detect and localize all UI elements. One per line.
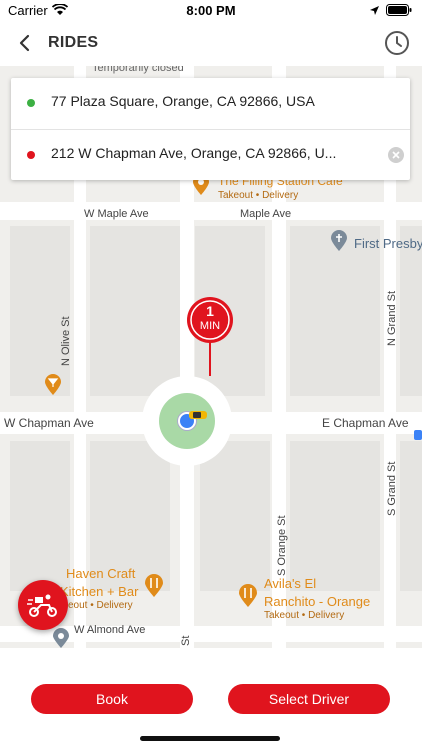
bottom-action-bar: Book Select Driver [0,648,422,750]
map-pin-icon[interactable] [52,628,70,648]
eta-marker[interactable]: 1 MIN [185,296,235,376]
status-bar: Carrier 8:00 PM [0,0,422,22]
poi-haven-sub: eout • Delivery [68,600,133,611]
pickup-dot [27,99,35,107]
map-label-s-orange-st: S Orange St [276,515,288,576]
dropoff-row[interactable]: 212 W Chapman Ave, Orange, CA 92866, U..… [11,129,410,180]
select-driver-button[interactable]: Select Driver [228,684,390,714]
book-button[interactable]: Book [31,684,193,714]
map-label-n-grand-st: N Grand St [386,290,398,346]
eta-unit: MIN [199,320,221,332]
location-arrow-icon [370,5,379,15]
home-indicator [140,736,280,741]
eta-value: 1 [206,303,214,319]
battery-icon [386,4,412,16]
poi-first-presby[interactable]: First Presby [354,236,422,251]
map-label-st: St [180,635,192,646]
map-label-e-chapman-ave: E Chapman Ave [322,416,409,430]
poi-avilas-name-line1[interactable]: Avila's El [264,576,316,591]
status-indicators [369,4,412,16]
poi-filling-station-sub: Takeout • Delivery [218,190,299,201]
poi-haven-name-line1[interactable]: Haven Craft [66,566,135,581]
poi-avilas-name-line2[interactable]: Ranchito - Orange [264,594,370,609]
address-card: 77 Plaza Square, Orange, CA 92866, USA 2… [11,78,410,180]
history-clock-icon[interactable] [384,30,410,56]
clear-dropoff-button[interactable] [388,147,404,163]
church-pin-icon[interactable] [330,230,348,252]
map-label-temporarily-closed: Temporarily closed [92,66,184,74]
dropoff-dot [27,151,35,159]
pickup-address[interactable]: 77 Plaza Square, Orange, CA 92866, USA [51,93,315,109]
wifi-icon [52,4,68,15]
map-label-n-olive-st: N Olive St [60,316,72,366]
transit-icon [414,430,422,440]
dropoff-address[interactable]: 212 W Chapman Ave, Orange, CA 92866, U..… [51,145,336,161]
scooter-icon [27,594,57,617]
restaurant-pin-icon[interactable] [238,584,258,608]
map-label-maple-ave: Maple Ave [240,208,292,220]
bar-pin-icon[interactable] [44,374,62,396]
restaurant-pin-icon[interactable] [144,574,164,598]
map-label-w-almond-ave: W Almond Ave [74,624,146,636]
map-label-w-maple-ave: W Maple Ave [84,208,149,220]
delivery-fab-button[interactable] [18,580,68,630]
page-title: RIDES [48,34,99,51]
car-icon [189,411,207,419]
poi-haven-name-line2[interactable]: Kitchen + Bar [60,584,138,599]
back-chevron-icon[interactable] [14,32,36,54]
nav-bar: RIDES [0,22,422,67]
pickup-row[interactable]: 77 Plaza Square, Orange, CA 92866, USA [11,78,410,128]
map-label-s-grand-st: S Grand St [386,461,398,516]
poi-avilas-sub: Takeout • Delivery [264,610,345,621]
map-label-w-chapman-ave: W Chapman Ave [4,416,94,430]
close-icon [392,151,400,159]
